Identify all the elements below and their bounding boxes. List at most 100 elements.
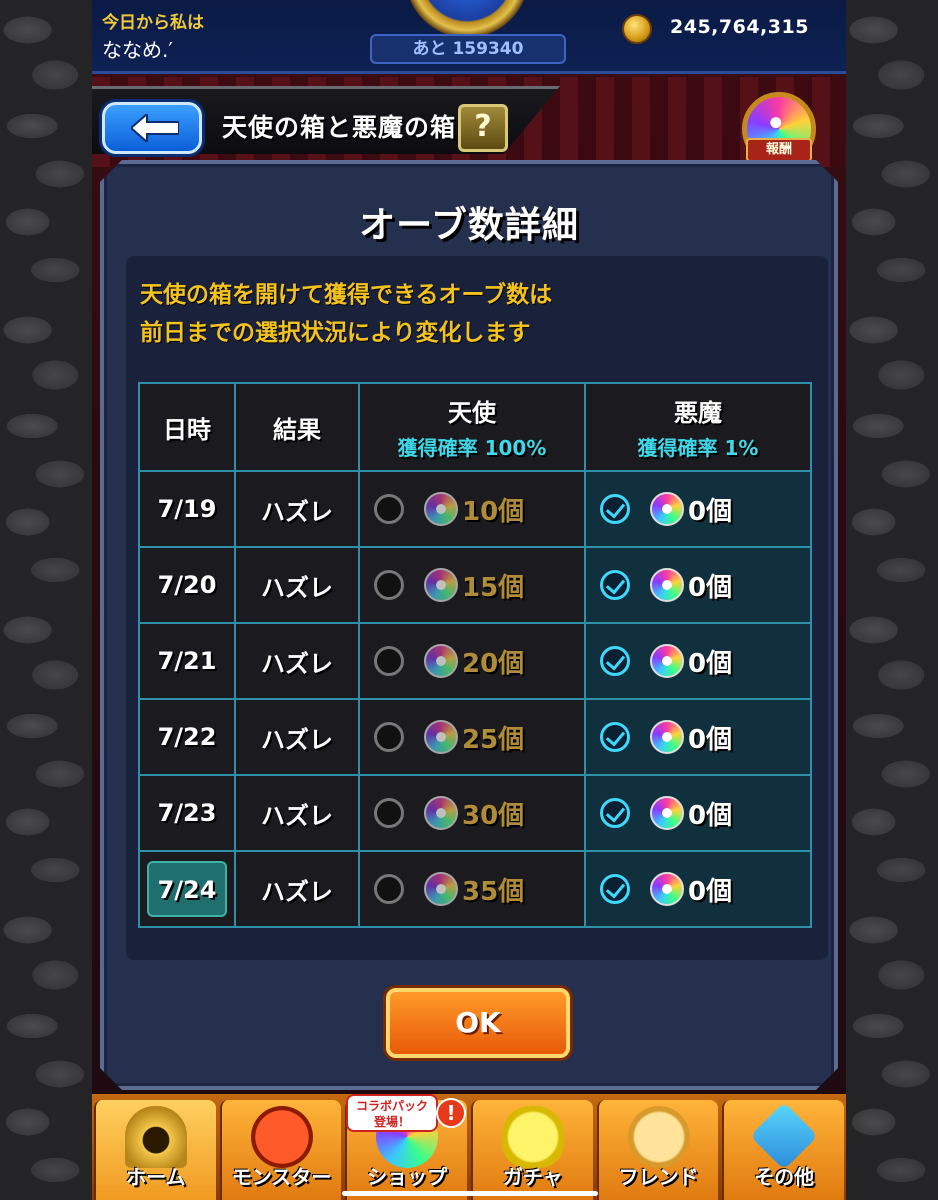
angel-cell: 10個: [359, 471, 585, 547]
orb-icon: [650, 568, 684, 602]
collab-pack-badge[interactable]: コラボパック 登場！: [346, 1094, 438, 1132]
angel-cell-content: 10個: [360, 491, 584, 528]
orb-icon: [650, 796, 684, 830]
orb-icon: [650, 492, 684, 526]
angel-orb-count: 15個: [462, 572, 525, 603]
orb-history-table: 日時 結果 天使 獲得確率 100% 悪魔 獲得確率 1% 7/19 ハズレ 10個…: [138, 382, 812, 928]
angel-orb-count: 25個: [462, 724, 525, 755]
devil-cell: 0個: [585, 699, 811, 775]
angel-orb-count: 20個: [462, 648, 525, 679]
angel-cell: 20個: [359, 623, 585, 699]
table-row: 7/22 ハズレ 25個 0個: [139, 699, 811, 775]
alert-icon: !: [436, 1098, 466, 1128]
collab-badge-line1: コラボパック: [355, 1099, 428, 1113]
devil-orb-count: 0個: [688, 572, 733, 603]
devil-orb-count: 0個: [688, 876, 733, 907]
nav-shop-label: ショップ: [367, 1165, 448, 1189]
unselected-radio-icon: [374, 646, 404, 676]
orb-icon: [650, 644, 684, 678]
help-button[interactable]: ?: [458, 104, 508, 152]
devil-cell: 0個: [585, 851, 811, 927]
result-cell: ハズレ: [235, 775, 359, 851]
unselected-radio-icon: [374, 722, 404, 752]
date-text: 7/19: [157, 495, 217, 523]
unselected-radio-icon: [374, 570, 404, 600]
devil-orb-count: 0個: [688, 724, 733, 755]
ok-button[interactable]: OK: [386, 988, 570, 1058]
reward-label: 報酬: [746, 138, 812, 162]
selected-check-icon: [600, 570, 630, 600]
angel-cell-content: 25個: [360, 719, 584, 756]
header-result: 結果: [235, 383, 359, 471]
back-button[interactable]: [102, 102, 202, 154]
selected-check-icon: [600, 646, 630, 676]
angel-cell-content: 15個: [360, 567, 584, 604]
orb-icon: [424, 796, 458, 830]
angel-cell-content: 20個: [360, 643, 584, 680]
nav-gacha-label: ガチャ: [502, 1165, 563, 1189]
angel-cell-content: 30個: [360, 795, 584, 832]
dialog-description: 天使の箱を開けて獲得できるオーブ数は 前日までの選択状況により変化します: [140, 276, 552, 352]
nav-gacha[interactable]: ガチャ: [471, 1100, 593, 1200]
header-angel-rate: 獲得確率 100%: [397, 436, 547, 460]
header-angel-label: 天使: [448, 399, 496, 427]
devil-cell-content: 0個: [586, 643, 810, 680]
top-status-bar: 今日から私は ななめ.′ あと 159340 245,764,315: [92, 0, 846, 74]
nav-other[interactable]: その他: [722, 1100, 845, 1200]
devil-cell-content: 0個: [586, 719, 810, 756]
unselected-radio-icon: [374, 798, 404, 828]
table-row: 7/24 ハズレ 35個 0個: [139, 851, 811, 927]
angel-orb-count: 30個: [462, 800, 525, 831]
orb-icon: [424, 720, 458, 754]
home-indicator: [342, 1191, 598, 1196]
description-line1: 天使の箱を開けて獲得できるオーブ数は: [140, 282, 553, 308]
angel-cell: 25個: [359, 699, 585, 775]
date-cell: 7/24: [139, 851, 235, 927]
devil-orb-count: 0個: [688, 648, 733, 679]
gacha-egg-icon: [501, 1106, 564, 1168]
table-row: 7/23 ハズレ 30個 0個: [139, 775, 811, 851]
nav-other-label: その他: [754, 1165, 815, 1189]
back-arrow-icon: [131, 114, 179, 142]
date-cell: 7/20: [139, 547, 235, 623]
table-row: 7/20 ハズレ 15個 0個: [139, 547, 811, 623]
nav-friend-label: フレンド: [618, 1165, 699, 1189]
devil-orb-count: 0個: [688, 496, 733, 527]
date-text: 7/22: [157, 723, 217, 751]
angel-cell: 30個: [359, 775, 585, 851]
home-icon: [124, 1106, 187, 1168]
page-title: 天使の箱と悪魔の箱: [222, 113, 457, 142]
nav-home[interactable]: ホーム: [94, 1100, 216, 1200]
header-devil: 悪魔 獲得確率 1%: [585, 383, 811, 471]
devil-cell: 0個: [585, 623, 811, 699]
result-cell: ハズレ: [235, 699, 359, 775]
angel-orb-count: 10個: [462, 496, 525, 527]
table-row: 7/21 ハズレ 20個 0個: [139, 623, 811, 699]
date-cell: 7/19: [139, 471, 235, 547]
status-message-line2: ななめ.′: [102, 38, 173, 62]
game-screen: 今日から私は ななめ.′ あと 159340 245,764,315 天使の箱と…: [92, 0, 846, 1200]
dialog-title: オーブ数詳細: [359, 205, 579, 246]
header-devil-rate: 獲得確率 1%: [637, 436, 759, 460]
remaining-counter: あと 159340: [370, 34, 566, 64]
nav-home-label: ホーム: [126, 1165, 186, 1189]
angel-cell: 35個: [359, 851, 585, 927]
devil-cell-content: 0個: [586, 567, 810, 604]
date-text: 7/23: [157, 799, 217, 827]
table-header-row: 日時 結果 天使 獲得確率 100% 悪魔 獲得確率 1%: [139, 383, 811, 471]
unselected-radio-icon: [374, 494, 404, 524]
header-date: 日時: [139, 383, 235, 471]
result-cell: ハズレ: [235, 547, 359, 623]
orb-icon: [424, 568, 458, 602]
nav-monster[interactable]: モンスター: [219, 1100, 342, 1200]
header-devil-label: 悪魔: [674, 399, 722, 427]
monster-icon: [250, 1106, 313, 1168]
date-cell: 7/22: [139, 699, 235, 775]
orb-icon: [424, 872, 458, 906]
collab-badge-line2: 登場！: [373, 1115, 410, 1129]
devil-cell: 0個: [585, 471, 811, 547]
friend-icon: [627, 1106, 690, 1168]
status-message-line1: 今日から私は: [102, 13, 204, 33]
selected-check-icon: [600, 722, 630, 752]
nav-friend[interactable]: フレンド: [596, 1100, 719, 1200]
